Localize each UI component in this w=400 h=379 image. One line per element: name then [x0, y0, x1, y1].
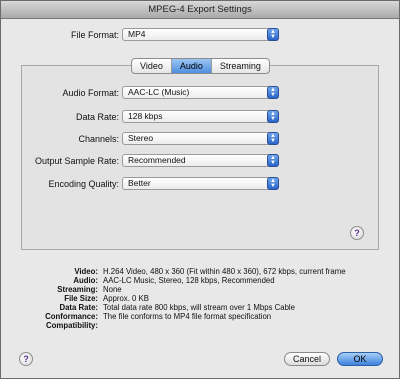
cancel-button[interactable]: Cancel — [284, 352, 330, 366]
file-format-label: File Format: — [70, 30, 119, 40]
audio-format-select[interactable]: AAC-LC (Music) ▲ ▼ — [122, 86, 279, 99]
file-format-value: MP4 — [128, 29, 146, 39]
audio-format-label: Audio Format: — [62, 88, 119, 98]
channels-select[interactable]: Stereo ▲ ▼ — [122, 132, 279, 145]
sample-rate-select[interactable]: Recommended ▲ ▼ — [122, 154, 279, 167]
data-rate-label: Data Rate: — [75, 112, 119, 122]
tab-audio[interactable]: Audio — [171, 59, 212, 73]
encoding-quality-select[interactable]: Better ▲ ▼ — [122, 177, 279, 190]
export-settings-window: MPEG-4 Export Settings File Format: MP4 … — [0, 0, 400, 379]
channels-value: Stereo — [128, 133, 154, 143]
chevron-updown-icon: ▲ ▼ — [267, 110, 279, 123]
data-rate-select[interactable]: 128 kbps ▲ ▼ — [122, 110, 279, 123]
chevron-updown-icon: ▲ ▼ — [267, 86, 279, 99]
encoding-quality-value: Better — [128, 178, 151, 188]
chevron-updown-icon: ▲ ▼ — [267, 177, 279, 190]
ok-button[interactable]: OK — [337, 352, 383, 366]
tab-bar: Video Audio Streaming — [131, 58, 270, 74]
data-rate-value: 128 kbps — [128, 111, 163, 121]
help-icon[interactable]: ? — [19, 352, 33, 366]
file-format-select[interactable]: MP4 ▲ ▼ — [122, 28, 279, 41]
encoding-quality-label: Encoding Quality: — [48, 179, 119, 189]
window-title: MPEG-4 Export Settings — [1, 1, 399, 19]
audio-format-value: AAC-LC (Music) — [128, 87, 190, 97]
chevron-updown-icon: ▲ ▼ — [267, 154, 279, 167]
sample-rate-value: Recommended — [128, 155, 186, 165]
chevron-updown-icon: ▲ ▼ — [267, 132, 279, 145]
channels-label: Channels: — [78, 134, 119, 144]
tab-streaming[interactable]: Streaming — [212, 59, 269, 73]
tab-video[interactable]: Video — [132, 59, 172, 73]
help-icon[interactable]: ? — [350, 226, 364, 240]
chevron-updown-icon: ▲ ▼ — [267, 28, 279, 41]
sample-rate-label: Output Sample Rate: — [34, 156, 119, 166]
